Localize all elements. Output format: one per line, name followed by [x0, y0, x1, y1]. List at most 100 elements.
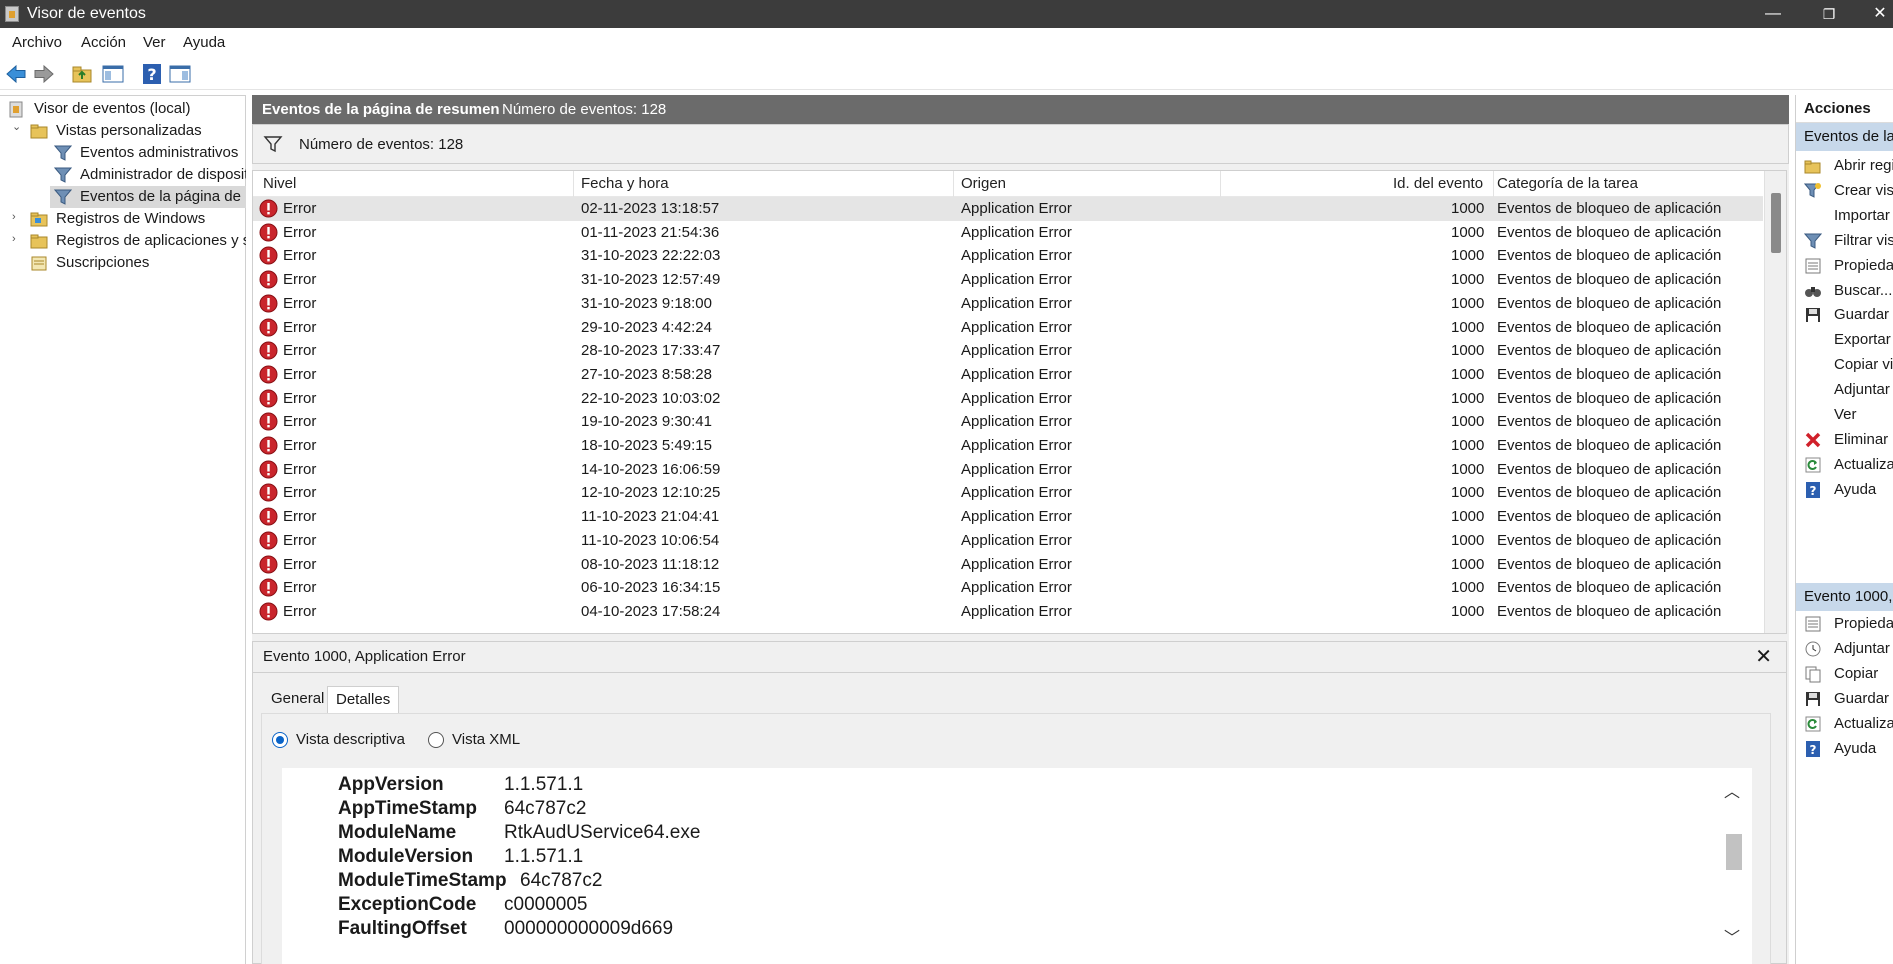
scroll-up-icon[interactable]: ︿: [1724, 778, 1740, 802]
table-row[interactable]: Error 02-11-2023 13:18:57 Application Erro…: [253, 197, 1763, 221]
table-row[interactable]: Error 11-10-2023 21:04:41 Application Erro…: [253, 505, 1763, 529]
cell-event-id: 1000: [1451, 294, 1485, 312]
table-row[interactable]: Error 22-10-2023 10:03:02 Application Erro…: [253, 387, 1763, 411]
action-item[interactable]: ? Ayuda: [1796, 477, 1893, 502]
tree-item-windows-logs[interactable]: Registros de Windows: [30, 208, 246, 230]
table-row[interactable]: Error 29-10-2023 4:42:24 Application Error…: [253, 316, 1763, 340]
tree-item-device-manager[interactable]: Administrador de dispositivos: [54, 164, 246, 186]
column-divider[interactable]: [1493, 171, 1494, 197]
back-arrow-icon[interactable]: [4, 62, 28, 86]
field-row: ModuleVersion 1.1.571.1: [338, 846, 584, 867]
filter-icon: [54, 144, 72, 162]
column-divider[interactable]: [573, 171, 574, 197]
tree-item-summary-events[interactable]: Eventos de la página de resumen: [50, 186, 246, 208]
action-item[interactable]: Adjuntar tarea a esta vista personalizad…: [1796, 377, 1893, 402]
cell-event-id: 1000: [1451, 508, 1485, 526]
cell-source: Application Error: [961, 460, 1072, 478]
tab-general[interactable]: General: [263, 686, 332, 713]
table-row[interactable]: Error 14-10-2023 16:06:59 Application Erro…: [253, 458, 1763, 482]
action-item[interactable]: Copiar: [1796, 661, 1893, 686]
table-scrollbar[interactable]: [1764, 171, 1786, 633]
table-row[interactable]: Error 31-10-2023 9:18:00 Application Error…: [253, 292, 1763, 316]
error-icon: [259, 318, 278, 337]
cell-task-category: Eventos de bloqueo de aplicación: [1497, 342, 1722, 360]
tree-item-local[interactable]: Visor de eventos (local): [8, 98, 246, 120]
cell-source: Application Error: [961, 365, 1072, 383]
action-item[interactable]: Buscar...: [1796, 278, 1893, 303]
column-divider[interactable]: [1220, 171, 1221, 197]
column-header-source[interactable]: Origen: [961, 175, 1006, 192]
open-folder-icon: [1804, 157, 1822, 175]
action-item[interactable]: Ver: [1796, 402, 1893, 427]
details-scrollbar[interactable]: ︿ ﹀: [1712, 768, 1752, 964]
menu-ver[interactable]: Ver: [143, 34, 166, 51]
column-header-task-category[interactable]: Categoría de la tarea: [1497, 175, 1638, 192]
tree-expand-toggle[interactable]: ›: [12, 234, 22, 245]
actions-section-view[interactable]: Eventos de la página de resumen: [1796, 123, 1893, 151]
error-icon: [259, 389, 278, 408]
column-header-date[interactable]: Fecha y hora: [581, 175, 669, 192]
action-item[interactable]: Actualizar: [1796, 452, 1893, 477]
help-icon[interactable]: ?: [140, 62, 164, 86]
action-item[interactable]: Filtrar vista personalizada actual...: [1796, 228, 1893, 253]
radio-dot[interactable]: [428, 732, 444, 748]
menu-accion[interactable]: Acción: [81, 34, 126, 51]
table-row[interactable]: Error 18-10-2023 5:49:15 Application Error…: [253, 434, 1763, 458]
table-row[interactable]: Error 12-10-2023 12:10:25 Application Erro…: [253, 481, 1763, 505]
scrollbar-thumb[interactable]: [1771, 193, 1781, 253]
tree-item-custom-views[interactable]: Vistas personalizadas: [30, 120, 246, 142]
action-item[interactable]: Guardar eventos seleccionados...: [1796, 686, 1893, 711]
cell-source: Application Error: [961, 413, 1072, 431]
cell-event-id: 1000: [1451, 579, 1485, 597]
tree-item-subscriptions[interactable]: Suscripciones: [30, 252, 246, 274]
table-row[interactable]: Error 31-10-2023 22:22:03 Application Erro…: [253, 244, 1763, 268]
action-item[interactable]: Copiar vista personalizada...: [1796, 352, 1893, 377]
scroll-down-icon[interactable]: ﹀: [1724, 924, 1740, 948]
menu-archivo[interactable]: Archivo: [12, 34, 62, 51]
action-item[interactable]: Adjuntar tarea a este evento...: [1796, 636, 1893, 661]
filter-icon: [263, 134, 283, 154]
cell-date: 22-10-2023 10:03:02: [581, 389, 721, 407]
close-button[interactable]: ✕: [1857, 0, 1893, 28]
action-item[interactable]: Guardar todos los eventos en vista perso…: [1796, 302, 1893, 327]
table-row[interactable]: Error 28-10-2023 17:33:47 Application Erro…: [253, 339, 1763, 363]
table-row[interactable]: Error 11-10-2023 10:06:54 Application Erro…: [253, 529, 1763, 553]
action-item[interactable]: Crear vista personalizada...: [1796, 178, 1893, 203]
tab-details[interactable]: Detalles: [327, 686, 400, 713]
action-item[interactable]: Exportar vista personalizada...: [1796, 327, 1893, 352]
forward-arrow-icon[interactable]: [32, 62, 56, 86]
action-item[interactable]: Propiedades: [1796, 253, 1893, 278]
table-row[interactable]: Error 19-10-2023 9:30:41 Application Error…: [253, 410, 1763, 434]
table-row[interactable]: Error 08-10-2023 11:18:12 Application Erro…: [253, 553, 1763, 577]
table-row[interactable]: Error 31-10-2023 12:57:49 Application Erro…: [253, 268, 1763, 292]
minimize-button[interactable]: —: [1750, 0, 1796, 28]
table-row[interactable]: Error 27-10-2023 8:58:28 Application Error…: [253, 363, 1763, 387]
tree-collapse-toggle[interactable]: ⌄: [12, 122, 22, 133]
action-item[interactable]: Importar vista personalizada...: [1796, 203, 1893, 228]
table-row[interactable]: Error 04-10-2023 17:58:24 Application Erro…: [253, 600, 1763, 624]
show-hide-tree-icon[interactable]: [101, 62, 125, 86]
copy-icon: [1804, 665, 1822, 683]
folder-up-icon[interactable]: [70, 62, 94, 86]
scrollbar-thumb[interactable]: [1726, 834, 1742, 870]
action-item[interactable]: Eliminar: [1796, 427, 1893, 452]
column-divider[interactable]: [953, 171, 954, 197]
column-header-event-id[interactable]: Id. del evento: [1393, 175, 1483, 192]
actions-section-event[interactable]: Evento 1000, Application Error: [1796, 583, 1893, 611]
table-row[interactable]: Error 01-11-2023 21:54:36 Application Erro…: [253, 221, 1763, 245]
table-row[interactable]: Error 06-10-2023 16:34:15 Application Erro…: [253, 576, 1763, 600]
tree-expand-toggle[interactable]: ›: [12, 212, 22, 223]
tree-item-admin-events[interactable]: Eventos administrativos: [54, 142, 246, 164]
action-item[interactable]: Abrir registro guardado...: [1796, 153, 1893, 178]
detail-close-button[interactable]: ✕: [1755, 644, 1772, 669]
radio-dot[interactable]: [272, 732, 288, 748]
restore-button[interactable]: ❐: [1806, 0, 1852, 28]
action-item[interactable]: ? Ayuda: [1796, 736, 1893, 761]
menu-ayuda[interactable]: Ayuda: [183, 34, 225, 51]
action-item[interactable]: Propiedades del evento: [1796, 611, 1893, 636]
action-item[interactable]: Actualizar: [1796, 711, 1893, 736]
show-hide-actions-icon[interactable]: [168, 62, 192, 86]
tree-item-app-service-logs[interactable]: Registros de aplicaciones y servicios: [30, 230, 246, 252]
column-header-level[interactable]: Nivel: [263, 175, 296, 192]
cell-task-category: Eventos de bloqueo de aplicación: [1497, 508, 1722, 526]
